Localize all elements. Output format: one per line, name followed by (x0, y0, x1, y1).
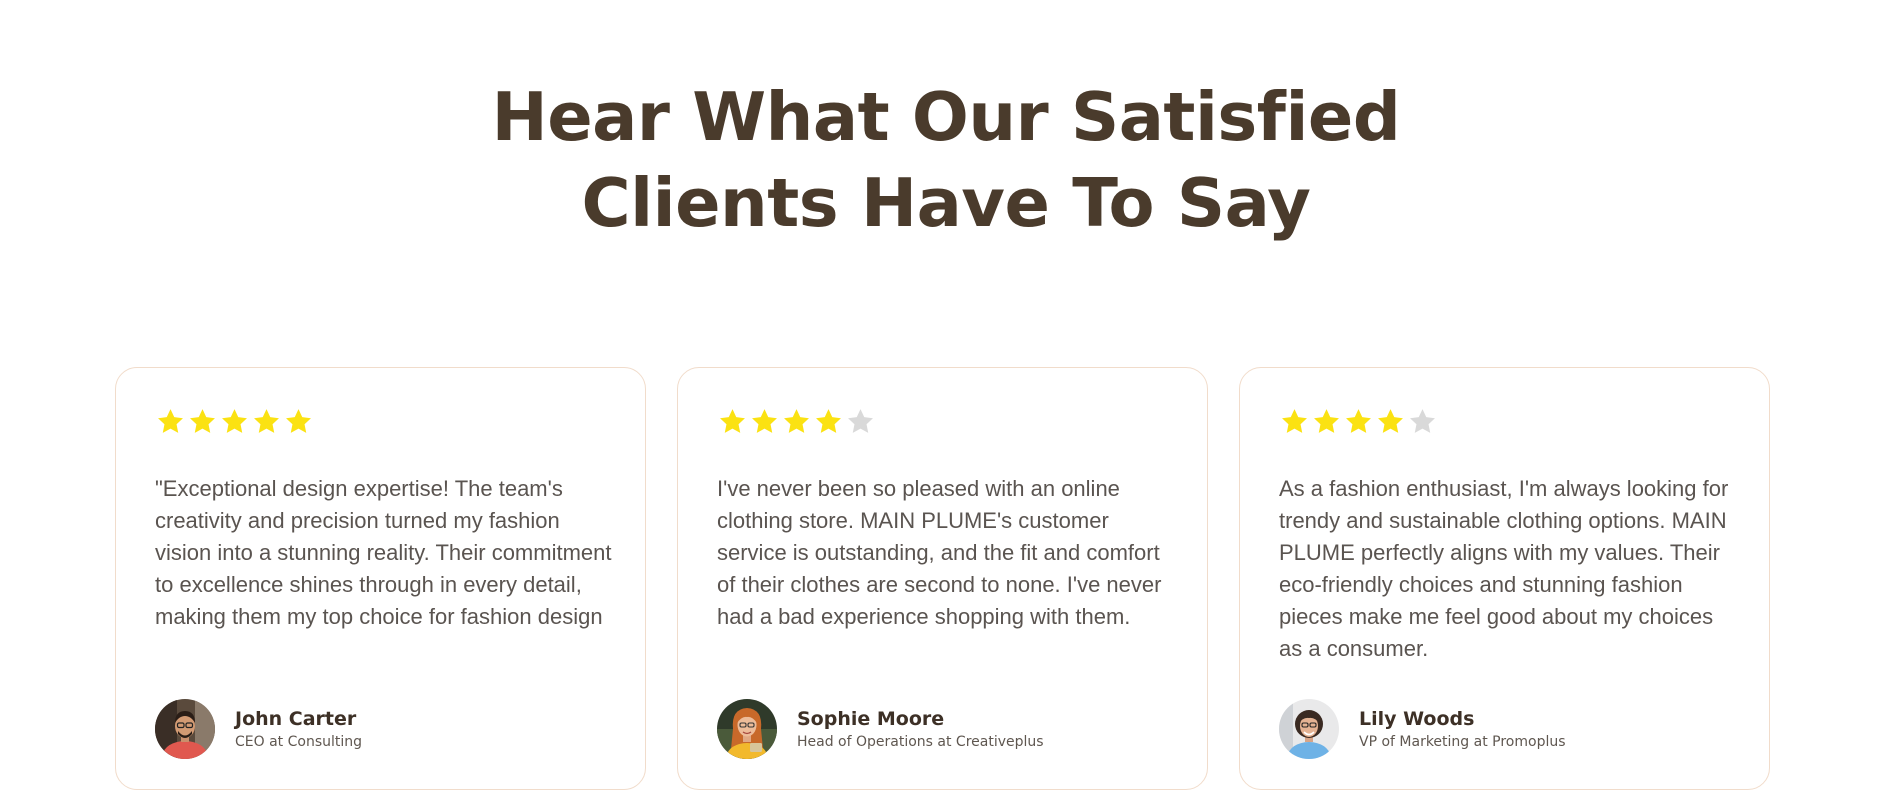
testimonial-card: "Exceptional design expertise! The team'… (115, 367, 646, 790)
star-filled-icon (1376, 407, 1405, 436)
author-role: VP of Marketing at Promoplus (1359, 733, 1566, 750)
star-rating (1280, 407, 1437, 436)
author-name: John Carter (235, 707, 357, 730)
star-filled-icon (220, 407, 249, 436)
avatar (717, 699, 777, 759)
avatar-woman-blue-top-icon (1279, 699, 1339, 759)
section-title: Hear What Our Satisfied Clients Have To … (0, 74, 1892, 246)
testimonial-author: Lily Woods VP of Marketing at Promoplus (1279, 699, 1566, 759)
testimonial-card: I've never been so pleased with an onlin… (677, 367, 1208, 790)
author-role: Head of Operations at Creativeplus (797, 733, 1044, 750)
star-filled-icon (782, 407, 811, 436)
testimonial-card: As a fashion enthusiast, I'm always look… (1239, 367, 1770, 790)
author-name: Lily Woods (1359, 707, 1475, 730)
star-filled-icon (718, 407, 747, 436)
star-rating (156, 407, 313, 436)
avatar-man-red-shirt-icon (155, 699, 215, 759)
star-empty-icon (846, 407, 875, 436)
star-filled-icon (750, 407, 779, 436)
star-filled-icon (252, 407, 281, 436)
star-filled-icon (156, 407, 185, 436)
testimonial-author: John Carter CEO at Consulting (155, 699, 362, 759)
section-title-line-2: Clients Have To Say (581, 164, 1311, 242)
star-filled-icon (814, 407, 843, 436)
star-filled-icon (188, 407, 217, 436)
testimonial-quote: As a fashion enthusiast, I'm always look… (1279, 476, 1729, 661)
section-title-line-1: Hear What Our Satisfied (491, 78, 1401, 156)
star-empty-icon (1408, 407, 1437, 436)
star-filled-icon (284, 407, 313, 436)
author-role: CEO at Consulting (235, 733, 363, 750)
star-filled-icon (1344, 407, 1373, 436)
avatar-woman-yellow-top-icon (717, 699, 777, 759)
star-filled-icon (1312, 407, 1341, 436)
avatar (1279, 699, 1339, 759)
star-filled-icon (1280, 407, 1309, 436)
testimonial-quote: I've never been so pleased with an onlin… (717, 476, 1162, 629)
testimonial-quote: "Exceptional design expertise! The team'… (155, 476, 612, 629)
testimonial-author: Sophie Moore Head of Operations at Creat… (717, 699, 1044, 759)
author-name: Sophie Moore (797, 707, 945, 730)
avatar (155, 699, 215, 759)
star-rating (718, 407, 875, 436)
